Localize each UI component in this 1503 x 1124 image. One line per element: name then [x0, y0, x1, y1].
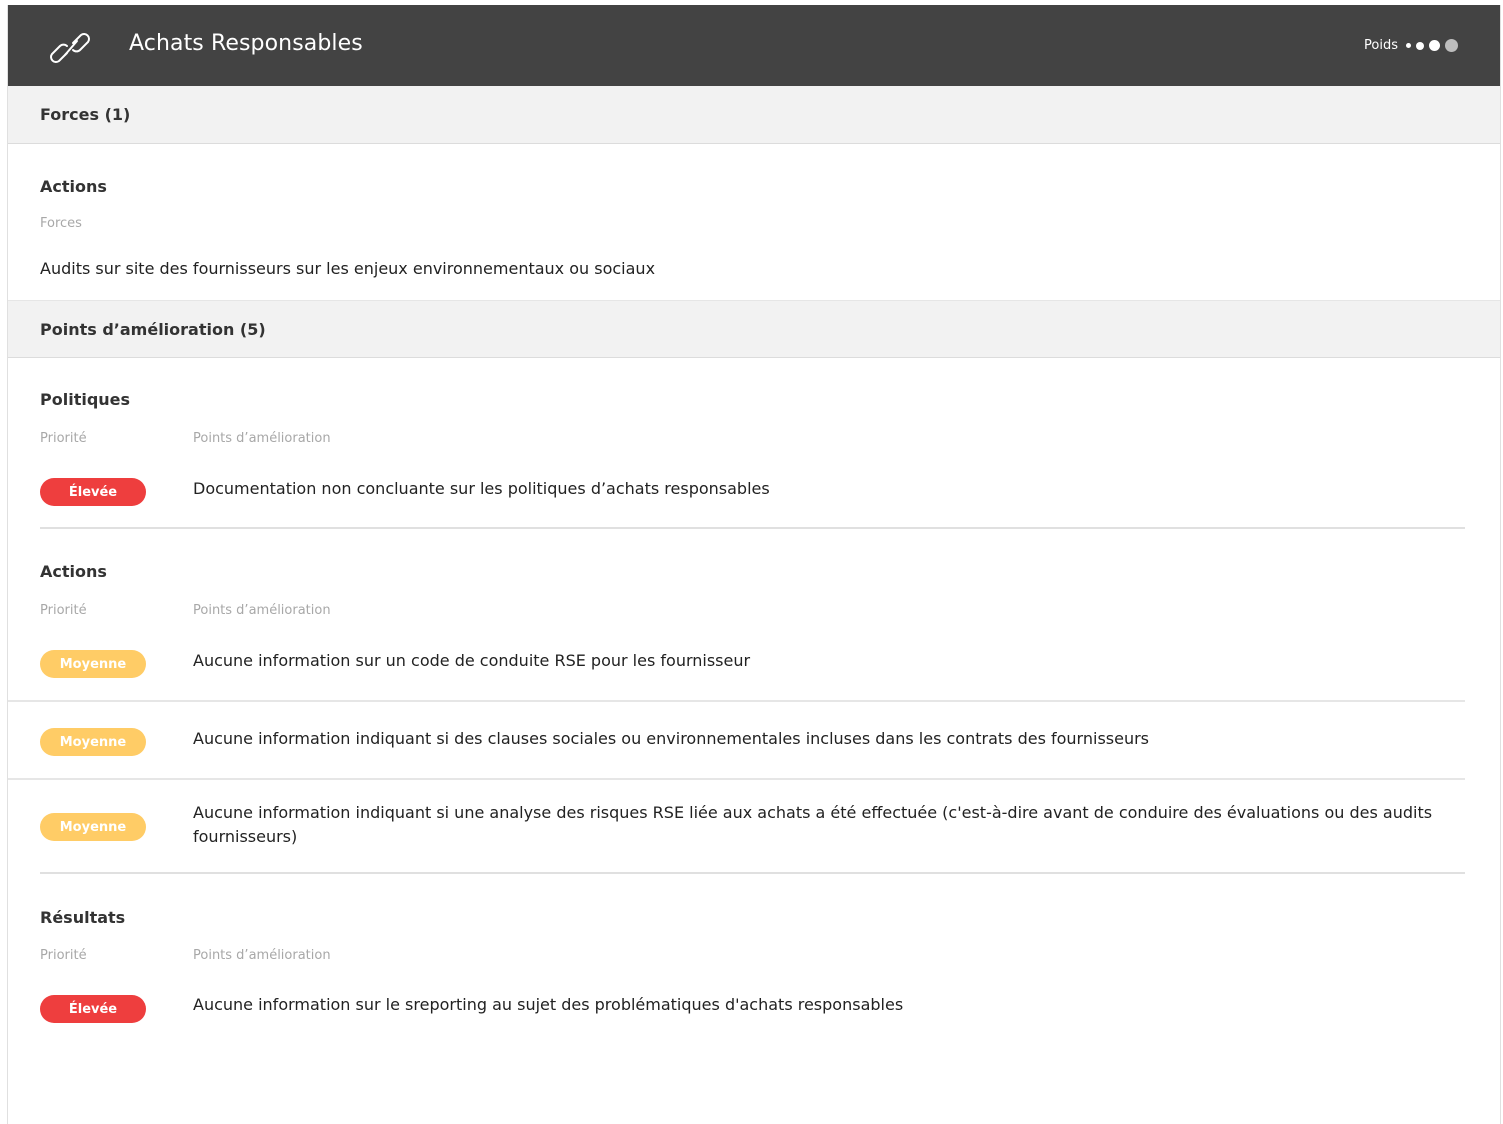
improvement-text: Aucune information sur un code de condui…: [193, 651, 751, 670]
weight-dot: [1429, 40, 1440, 51]
improvement-row: Moyenne Aucune information indiquant si …: [8, 780, 1500, 872]
card-header: Achats Responsables Poids: [8, 5, 1500, 86]
weight-indicator: Poids: [1364, 38, 1458, 53]
priority-badge-high: Élevée: [40, 995, 146, 1023]
group-title-politiques: Politiques: [40, 390, 131, 409]
improvement-row: Élevée Documentation non concluante sur …: [8, 451, 1500, 527]
priority-badge-medium: Moyenne: [40, 728, 146, 756]
strengths-header[interactable]: Forces (1): [8, 86, 1500, 144]
improvements-column-header: Priorité Points d’amélioration: [8, 431, 1500, 451]
improvements-column-header: Priorité Points d’amélioration: [8, 948, 1500, 968]
improvement-text: Aucune information sur le sreporting au …: [193, 995, 904, 1014]
strengths-column-label: Forces: [40, 216, 82, 231]
points-column-label: Points d’amélioration: [193, 603, 331, 618]
priority-badge-high: Élevée: [40, 478, 146, 506]
strength-item: Audits sur site des fournisseurs sur les…: [8, 236, 1500, 300]
priority-badge-medium: Moyenne: [40, 650, 146, 678]
improvement-row: Élevée Aucune information sur le sreport…: [8, 968, 1500, 1038]
sustainable-procurement-card: Achats Responsables Poids Forces (1) Act…: [7, 5, 1501, 1124]
improvement-text: Aucune information indiquant si une anal…: [193, 803, 1433, 846]
card-title: Achats Responsables: [129, 31, 363, 56]
priority-badge-medium: Moyenne: [40, 813, 146, 841]
improvement-text: Documentation non concluante sur les pol…: [193, 479, 770, 498]
weight-dot: [1406, 43, 1411, 48]
weight-dot-empty: [1445, 39, 1458, 52]
points-column-label: Points d’amélioration: [193, 948, 331, 963]
improvement-text: Aucune information indiquant si des clau…: [193, 729, 1150, 748]
strengths-title: Forces (1): [40, 105, 131, 124]
group-title-actions: Actions: [40, 562, 107, 581]
strengths-group-title: Actions: [40, 177, 107, 196]
improvements-title: Points d’amélioration (5): [40, 319, 266, 339]
improvements-column-header: Priorité Points d’amélioration: [8, 603, 1500, 623]
group-title-resultats: Résultats: [40, 908, 126, 927]
priority-column-label: Priorité: [40, 603, 87, 618]
link-icon: [50, 33, 90, 63]
priority-column-label: Priorité: [40, 948, 87, 963]
improvements-header[interactable]: Points d’amélioration (5): [8, 300, 1500, 358]
improvement-row: Moyenne Aucune information indiquant si …: [8, 702, 1500, 778]
strength-text: Audits sur site des fournisseurs sur les…: [40, 259, 656, 278]
points-column-label: Points d’amélioration: [193, 431, 331, 446]
improvement-row: Moyenne Aucune information sur un code d…: [8, 623, 1500, 700]
weight-label: Poids: [1364, 38, 1398, 53]
weight-dot: [1416, 41, 1424, 50]
strengths-column-header: Forces: [8, 216, 1500, 236]
priority-column-label: Priorité: [40, 431, 87, 446]
